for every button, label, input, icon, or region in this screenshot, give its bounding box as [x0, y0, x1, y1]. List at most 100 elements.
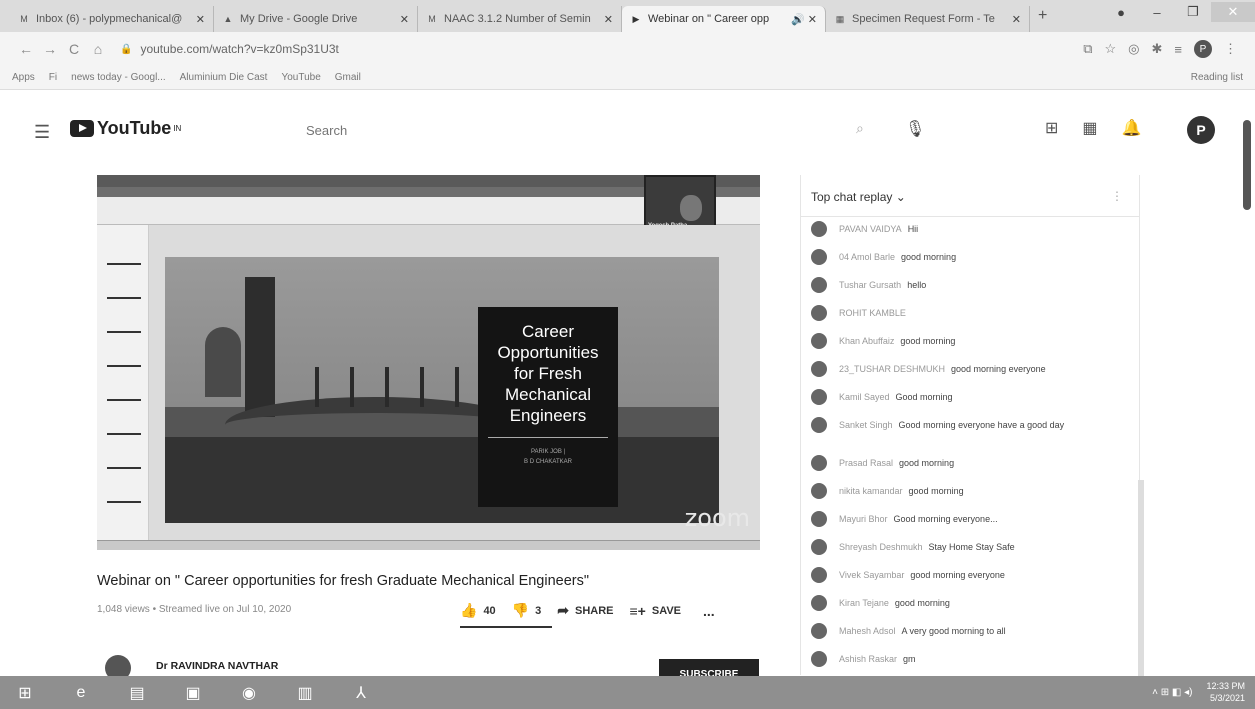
playlist-icon[interactable]: ≡ [1174, 42, 1182, 57]
search-input[interactable] [306, 118, 826, 142]
record-icon[interactable]: ● [1103, 5, 1139, 20]
chat-message: Ashish Raskar gm [801, 651, 1139, 675]
reading-list-button[interactable]: Reading list [1191, 72, 1243, 83]
maximize-button[interactable]: ❐ [1175, 4, 1211, 20]
bookmark-gmail[interactable]: Gmail [335, 72, 361, 83]
close-icon[interactable]: ✕ [1012, 13, 1021, 26]
system-tray: ˄ ⊞ ◧ ◂) 12:33 PM 5/3/2021 [1152, 680, 1245, 704]
search-icon[interactable]: ⌕ [856, 120, 864, 137]
home-icon[interactable]: ⌂ [86, 41, 110, 57]
bell-icon[interactable]: 🔔 [1122, 118, 1142, 138]
create-video-icon[interactable]: ⊞ [1045, 118, 1058, 138]
reload-icon[interactable]: C [62, 41, 86, 57]
share-button[interactable]: ➦ SHARE [557, 602, 613, 619]
youtube-icon: ▶ [632, 13, 640, 24]
bookmark-news[interactable]: news today - Googl... [71, 72, 166, 83]
thumbs-down-icon: 👎 [511, 602, 530, 618]
chat-message: Tushar Gursath hello [801, 277, 1139, 305]
file-explorer-icon[interactable]: ▤ [122, 680, 152, 706]
chrome-icon[interactable]: ◉ [234, 680, 264, 706]
chat-avatar [811, 567, 827, 583]
share-page-icon[interactable]: ⧉ [1083, 41, 1092, 57]
slide-title: Career Opportunities for Fresh Mechanica… [497, 322, 599, 425]
chat-avatar [811, 483, 827, 499]
slide-presenters: PARIK JOB | B D CHAKATKAR [524, 449, 572, 465]
chat-message: Mayuri Bhor Good morning everyone... [801, 511, 1139, 539]
video-progress-bar[interactable] [97, 540, 760, 550]
slide-thumbnails [97, 225, 149, 545]
tab-google-drive[interactable]: ▲ My Drive - Google Drive ✕ [214, 6, 418, 32]
windows-taskbar: ⊞ e ▤ ▣ ◉ ▥ ⅄ ˄ ⊞ ◧ ◂) 12:33 PM 5/3/2021 [0, 676, 1255, 709]
chat-avatar [811, 249, 827, 265]
store-icon[interactable]: ▣ [178, 680, 208, 706]
bookmark-fi[interactable]: Fi [49, 72, 57, 83]
clock[interactable]: 12:33 PM 5/3/2021 [1206, 680, 1245, 704]
bookmarks-bar: Apps Fi news today - Googl... Aluminium … [0, 66, 1255, 90]
url-text: youtube.com/watch?v=kz0mSp31U3t [140, 42, 339, 56]
more-actions-button[interactable]: ... [703, 603, 715, 619]
page-scrollbar[interactable] [1243, 120, 1251, 210]
chat-menu-icon[interactable]: ⋮ [1111, 189, 1123, 203]
forward-arrow-icon[interactable]: → [38, 41, 62, 57]
tab-gmail-inbox[interactable]: M Inbox (6) - polypmechanical@ ✕ [10, 6, 214, 32]
bookmark-star-icon[interactable]: ☆ [1105, 41, 1117, 57]
close-icon[interactable]: ✕ [604, 13, 613, 26]
video-title: Webinar on " Career opportunities for fr… [97, 573, 590, 589]
chat-message-list: PAVAN VAIDYA Hii 04 Amol Barle good mornin… [801, 217, 1139, 675]
youtube-logo[interactable]: YouTube IN [70, 118, 181, 139]
chat-avatar [811, 651, 827, 667]
bookmark-aluminium[interactable]: Aluminium Die Cast [180, 72, 268, 83]
chat-message: 23_TUSHAR DESHMUKH good morning everyone [801, 361, 1139, 389]
close-icon[interactable]: ✕ [196, 13, 205, 26]
youtube-logo-text: YouTube [97, 118, 172, 138]
gmail-icon: M [20, 14, 28, 24]
tab-label: My Drive - Google Drive [240, 13, 358, 25]
chat-avatar [811, 305, 827, 321]
document-icon[interactable]: ▥ [290, 680, 320, 706]
minimize-button[interactable]: – [1139, 5, 1175, 20]
video-player[interactable]: Yogesh Patha... Career Opportunities for… [97, 175, 760, 550]
hamburger-menu-icon[interactable]: ☰ [34, 122, 50, 143]
back-arrow-icon[interactable]: ← [14, 41, 38, 57]
youtube-header: ☰ YouTube IN ⌕ 🎙 ⊞ ▦ 🔔 P [0, 90, 1255, 168]
apps-grid-icon[interactable]: ▦ [1082, 118, 1097, 138]
gmail-icon: M [428, 14, 436, 24]
new-tab-button[interactable]: + [1038, 7, 1047, 25]
close-icon[interactable]: ✕ [400, 13, 409, 26]
tab-label: Webinar on " Career opp [648, 13, 770, 25]
avatar[interactable]: P [1187, 116, 1215, 144]
url-field[interactable]: 🔒 youtube.com/watch?v=kz0mSp31U3t [120, 42, 339, 56]
thumbs-up-icon: 👍 [460, 602, 478, 618]
window-close-button[interactable]: ✕ [1211, 2, 1255, 22]
zoom-watermark: zoom [684, 504, 750, 532]
tab-specimen-form[interactable]: ▦ Specimen Request Form - Te ✕ [826, 6, 1030, 32]
speaker-icon[interactable]: 🔊 ✕ [791, 13, 817, 26]
chat-scrollbar[interactable] [1138, 480, 1144, 680]
bookmark-youtube[interactable]: YouTube [281, 72, 320, 83]
browser-profile-avatar[interactable]: P [1194, 40, 1212, 58]
browser-tab-strip: M Inbox (6) - polypmechanical@ ✕ ▲ My Dr… [0, 0, 1255, 32]
chat-avatar [811, 623, 827, 639]
tray-icons[interactable]: ˄ ⊞ ◧ ◂) [1152, 687, 1192, 698]
tab-youtube-webinar[interactable]: ▶ Webinar on " Career opp 🔊 ✕ [622, 6, 826, 32]
like-button[interactable]: 👍 40 [460, 602, 496, 619]
chat-message: Mahesh Adsol A very good morning to all [801, 623, 1139, 651]
extension-icon[interactable]: ◎ [1128, 41, 1139, 57]
chat-message: ROHIT KAMBLE [801, 305, 1139, 333]
youtube-logo-region: IN [173, 124, 182, 133]
menu-kebab-icon[interactable]: ⋮ [1224, 41, 1237, 57]
mic-icon[interactable]: 🎙 [905, 119, 925, 139]
chat-mode-dropdown[interactable]: Top chat replay ⌄ [811, 190, 906, 204]
channel-name[interactable]: Dr RAVINDRA NAVTHAR [156, 660, 278, 672]
acrobat-icon[interactable]: ⅄ [346, 680, 376, 706]
bookmark-apps[interactable]: Apps [12, 72, 35, 83]
sheets-icon: ▦ [835, 13, 845, 24]
puzzle-icon[interactable]: ✱ [1152, 41, 1163, 57]
save-button[interactable]: ≡+ SAVE [630, 603, 682, 619]
internet-explorer-icon[interactable]: e [66, 680, 96, 706]
chat-avatar [811, 595, 827, 611]
windows-start-icon[interactable]: ⊞ [10, 680, 40, 706]
dislike-button[interactable]: 👎 3 [512, 602, 542, 619]
tab-naac[interactable]: M NAAC 3.1.2 Number of Semin ✕ [418, 6, 622, 32]
chat-avatar [811, 511, 827, 527]
